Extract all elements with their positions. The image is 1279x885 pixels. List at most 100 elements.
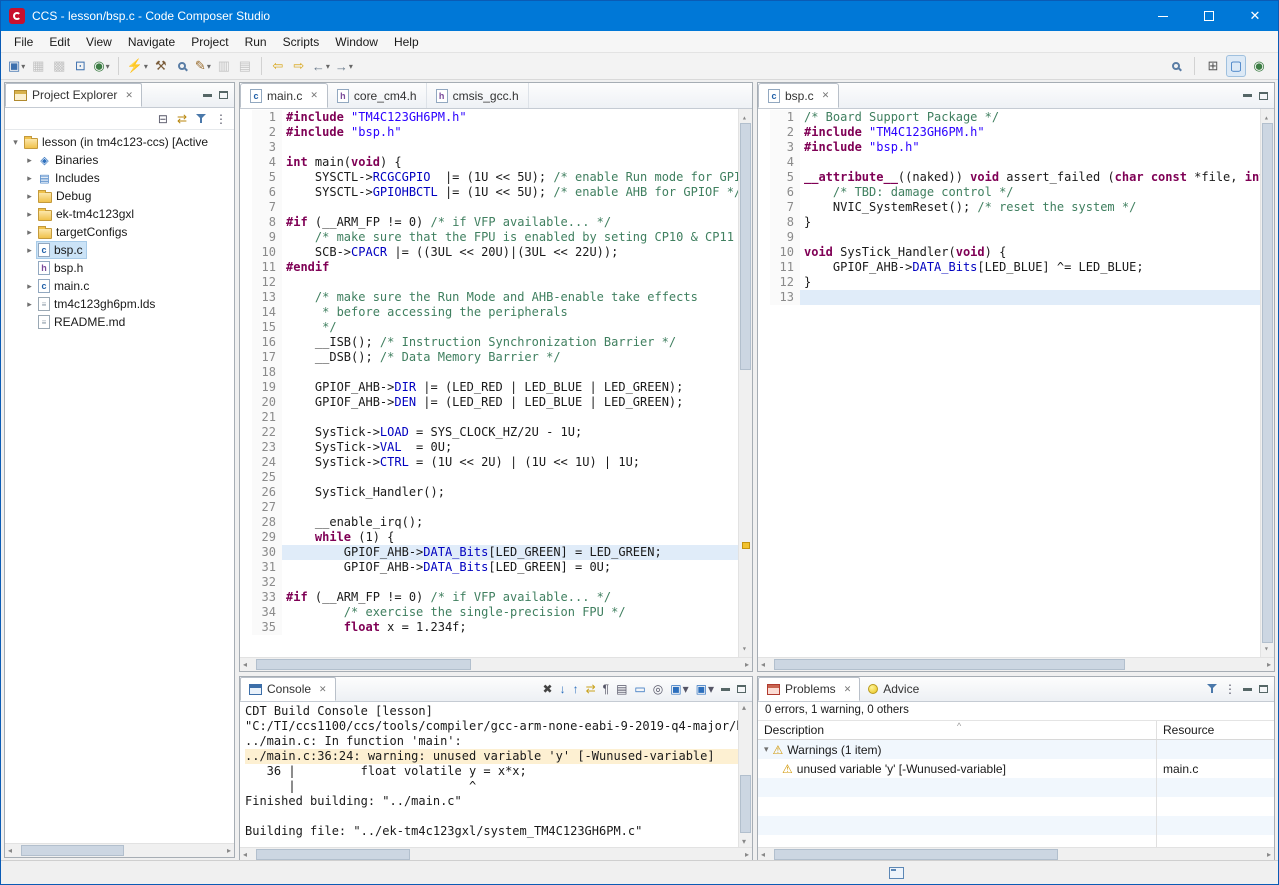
code-line[interactable]: 15 */ (240, 320, 738, 335)
tab-project-explorer[interactable]: Project Explorer ✕ (5, 83, 142, 107)
close-view-icon[interactable]: ✕ (319, 684, 327, 695)
pin-console-icon[interactable]: ◎ (653, 682, 663, 696)
code-line[interactable]: 19 GPIOF_AHB->DIR |= (LED_RED | LED_BLUE… (240, 380, 738, 395)
scroll-up-icon[interactable]: ▴ (742, 110, 747, 125)
flash-program-button[interactable]: ⚡▾ (125, 55, 150, 77)
scroll-down-icon[interactable]: ▾ (742, 641, 747, 656)
code-line[interactable]: 27 (240, 500, 738, 515)
editor-main-hscrollbar[interactable]: ◂ ▸ (240, 657, 752, 671)
code-line[interactable]: 4int main(void) { (240, 155, 738, 170)
scroll-left-icon[interactable]: ◂ (761, 850, 765, 859)
code-line[interactable]: 31 GPIOF_AHB->DATA_Bits[LED_GREEN] = 0U; (240, 560, 738, 575)
menu-project[interactable]: Project (183, 32, 236, 52)
explorer-hscrollbar[interactable]: ◂ ▸ (5, 843, 234, 857)
tab-advice[interactable]: Advice (860, 677, 927, 701)
code-line[interactable]: 8#if (__ARM_FP != 0) /* if VFP available… (240, 215, 738, 230)
code-line[interactable]: 29 while (1) { (240, 530, 738, 545)
problems-group-row[interactable]: ▾⚠Warnings (1 item) (758, 740, 1274, 759)
code-line[interactable]: 14 * before accessing the peripherals (240, 305, 738, 320)
menu-window[interactable]: Window (327, 32, 386, 52)
expander-icon[interactable]: ▸ (23, 173, 36, 184)
problems-hscrollbar[interactable]: ◂ ▸ (758, 847, 1274, 861)
minimize-view-icon[interactable] (1243, 688, 1252, 691)
code-line[interactable]: 26 SysTick_Handler(); (240, 485, 738, 500)
open-perspective-button[interactable]: ⊞ (1203, 55, 1223, 77)
show-console-on-output-icon[interactable]: ⇄ (586, 682, 596, 696)
maximize-view-icon[interactable] (1259, 685, 1268, 693)
new-wizard-button[interactable]: ▣▾ (6, 55, 27, 77)
console-hscrollbar[interactable]: ◂ ▸ (240, 847, 752, 861)
scroll-left-icon[interactable]: ◂ (243, 850, 247, 859)
menu-edit[interactable]: Edit (41, 32, 78, 52)
back-button[interactable]: ←▾ (310, 55, 332, 77)
code-line[interactable]: 9 (758, 230, 1260, 245)
code-line[interactable]: 21 (240, 410, 738, 425)
filter-icon[interactable] (1207, 684, 1217, 694)
scroll-thumb[interactable] (256, 659, 471, 670)
scroll-up-icon[interactable]: ▴ (1264, 110, 1269, 125)
code-line[interactable]: 3 (240, 140, 738, 155)
menu-run[interactable]: Run (237, 32, 275, 52)
code-line[interactable]: 7 NVIC_SystemReset(); /* reset the syste… (758, 200, 1260, 215)
code-line[interactable]: 9 /* make sure that the FPU is enabled b… (240, 230, 738, 245)
minimize-view-icon[interactable] (721, 688, 730, 691)
scroll-thumb[interactable] (21, 845, 124, 856)
edit-pencil-button[interactable]: ✎▾ (193, 55, 213, 77)
scroll-lock-icon[interactable]: ▤ (616, 682, 627, 696)
last-edit-back-button[interactable]: ⇦ (268, 55, 288, 77)
code-line[interactable]: 12 (240, 275, 738, 290)
expander-icon[interactable]: ▸ (23, 191, 36, 202)
scroll-thumb[interactable] (256, 849, 410, 860)
scroll-thumb[interactable] (774, 659, 1125, 670)
collapse-all-icon[interactable]: ⊟ (158, 112, 168, 126)
code-line[interactable]: 6 SYSCTL->GPIOHBCTL |= (1U << 5U); /* en… (240, 185, 738, 200)
scroll-up-icon[interactable]: ▴ (742, 703, 746, 712)
code-line[interactable]: 10 SCB->CPACR |= ((3UL << 20U)|(3UL << 2… (240, 245, 738, 260)
maximize-view-icon[interactable] (219, 91, 228, 99)
expander-icon[interactable]: ▸ (23, 245, 36, 256)
word-wrap-icon[interactable]: ¶ (603, 682, 609, 696)
expander-icon[interactable]: ▾ (764, 744, 769, 755)
code-line[interactable]: 23 SysTick->VAL = 0U; (240, 440, 738, 455)
menu-view[interactable]: View (78, 32, 120, 52)
code-line[interactable]: 8} (758, 215, 1260, 230)
code-line[interactable]: 34 /* exercise the single-precision FPU … (240, 605, 738, 620)
close-tab-icon[interactable]: ✕ (310, 90, 318, 101)
column-header-description[interactable]: Description ^ (758, 721, 1156, 739)
code-line[interactable]: 35 float x = 1.234f; (240, 620, 738, 635)
expander-icon[interactable]: ▾ (9, 137, 22, 148)
debug-launch-button[interactable]: ◉▾ (91, 55, 111, 77)
filter-icon[interactable] (196, 114, 206, 124)
code-line[interactable]: 6 /* TBD: damage control */ (758, 185, 1260, 200)
minimize-view-icon[interactable] (203, 94, 212, 97)
code-line[interactable]: 11 GPIOF_AHB->DATA_Bits[LED_BLUE] ^= LED… (758, 260, 1260, 275)
editor-bsp-vscrollbar[interactable]: ▴ ▾ (1260, 109, 1274, 657)
scroll-right-icon[interactable]: ▸ (745, 850, 749, 859)
ccs-edit-perspective-button[interactable]: ▢ (1226, 55, 1246, 77)
code-line[interactable]: 10void SysTick_Handler(void) { (758, 245, 1260, 260)
minimize-view-icon[interactable] (1243, 94, 1252, 97)
build-project-button[interactable]: ⚒ (151, 55, 171, 77)
close-view-icon[interactable]: ✕ (844, 684, 852, 695)
close-button[interactable]: ✕ (1232, 1, 1278, 31)
tree-item-readme-md[interactable]: ≡README.md (5, 313, 234, 331)
code-line[interactable]: 5 SYSCTL->RCGCGPIO |= (1U << 5U); /* ena… (240, 170, 738, 185)
link-with-editor-icon[interactable]: ⇄ (177, 112, 187, 126)
editor-tab-bsp-c[interactable]: cbsp.c✕ (758, 83, 839, 108)
code-line[interactable]: 7 (240, 200, 738, 215)
editor-bsp-hscrollbar[interactable]: ◂ ▸ (758, 657, 1274, 671)
menu-navigate[interactable]: Navigate (120, 32, 183, 52)
clear-console-icon[interactable]: ▭ (634, 682, 645, 696)
console-display-button[interactable]: ⊡ (70, 55, 90, 77)
code-line[interactable]: 18 (240, 365, 738, 380)
tree-item-includes[interactable]: ▸▤Includes (5, 169, 234, 187)
scroll-right-icon[interactable]: ▸ (227, 846, 231, 855)
expander-icon[interactable]: ▸ (23, 209, 36, 220)
tree-item-ek-tm4c123gxl[interactable]: ▸ek-tm4c123gxl (5, 205, 234, 223)
console-activity-icon[interactable] (889, 867, 904, 879)
tree-item-bsp-h[interactable]: hbsp.h (5, 259, 234, 277)
scroll-right-icon[interactable]: ▸ (1267, 850, 1271, 859)
code-line[interactable]: 13 /* make sure the Run Mode and AHB-ena… (240, 290, 738, 305)
code-line[interactable]: 5__attribute__((naked)) void assert_fail… (758, 170, 1260, 185)
scroll-left-icon[interactable]: ◂ (761, 660, 765, 669)
